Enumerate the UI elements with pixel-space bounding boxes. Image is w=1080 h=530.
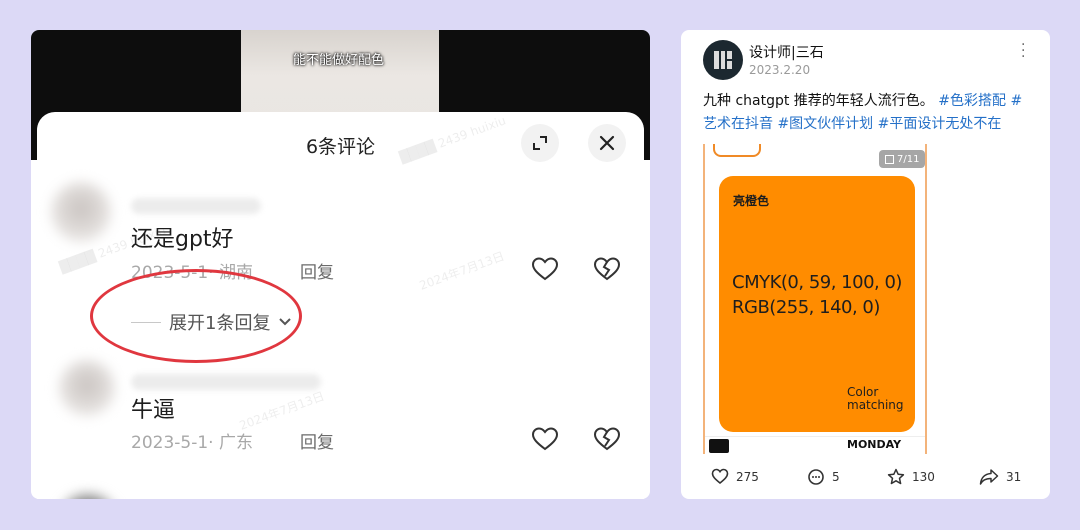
cmyk-value: CMYK(0, 59, 100, 0) xyxy=(732,272,902,293)
hashtag[interactable]: #平面设计无处不在 xyxy=(878,116,1002,132)
like-icon[interactable] xyxy=(531,256,559,282)
username[interactable] xyxy=(131,374,321,390)
like-count: 275 xyxy=(736,469,759,484)
action-bar: 275 5 130 31 xyxy=(681,468,1050,492)
post-text: 九种 chatgpt 推荐的年轻人流行色。 xyxy=(703,93,934,109)
reply-button[interactable]: 回复 xyxy=(300,258,334,283)
expand-icon xyxy=(533,136,547,150)
post-date: 2023.2.20 xyxy=(749,63,811,77)
avatar[interactable] xyxy=(59,360,115,416)
close-button[interactable] xyxy=(588,124,626,162)
avatar[interactable] xyxy=(61,494,115,499)
reply-button[interactable]: 回复 xyxy=(300,428,334,453)
hashtag[interactable]: #图文伙伴计划 xyxy=(777,116,873,132)
hashtag[interactable]: #色彩搭配 xyxy=(938,93,1006,109)
favorite-count: 130 xyxy=(912,470,935,484)
footer-day: MONDAY xyxy=(847,438,902,451)
gallery-icon xyxy=(885,154,894,164)
share-button[interactable]: 31 xyxy=(979,468,1021,486)
heart-icon xyxy=(711,468,729,485)
comment-button[interactable]: 5 xyxy=(807,468,840,486)
post-card: 设计师|三石 2023.2.20 · · · 九种 chatgpt 推荐的年轻人流行… xyxy=(681,30,1050,499)
watermark: 2024年7月13日 xyxy=(237,389,327,433)
favorite-button[interactable]: 130 xyxy=(887,468,935,486)
rgb-value: RGB(255, 140, 0) xyxy=(732,297,880,318)
author-logo-icon xyxy=(714,51,732,69)
comment-icon xyxy=(808,469,824,485)
author-name[interactable]: 设计师|三石 xyxy=(749,42,824,62)
comment-meta: 2023-5-1· 广东 xyxy=(131,433,253,453)
like-button[interactable]: 275 xyxy=(711,468,759,485)
expand-button[interactable] xyxy=(521,124,559,162)
username[interactable] xyxy=(131,198,261,214)
comments-screenshot: 能不能做好配色 ████ 2439 huixiu ████ 2439 huixi… xyxy=(31,30,650,499)
color-matching-caption: Color matching xyxy=(847,385,904,412)
color-name: 亮橙色 xyxy=(733,194,770,208)
author-avatar[interactable] xyxy=(703,40,743,80)
share-count: 31 xyxy=(1006,470,1022,484)
page-indicator-label: 7/11 xyxy=(897,153,920,165)
avatar[interactable] xyxy=(51,182,111,242)
page-indicator: 7/11 xyxy=(879,150,925,168)
comment-text: 牛逼 xyxy=(131,398,176,423)
dislike-icon[interactable] xyxy=(593,256,621,282)
image-footer: MONDAY xyxy=(705,436,925,454)
color-swatch-card: 亮橙色 CMYK(0, 59, 100, 0) RGB(255, 140, 0)… xyxy=(719,176,915,432)
comment-text: 还是gpt好 xyxy=(131,227,234,252)
image-header-chip xyxy=(713,144,761,157)
close-icon xyxy=(599,135,615,151)
post-description: 九种 chatgpt 推荐的年轻人流行色。 #色彩搭配 #艺术在抖音 #图文伙伴… xyxy=(703,90,1033,136)
footer-logo-icon xyxy=(709,439,729,453)
watermark: 2024年7月13日 xyxy=(417,249,507,293)
video-caption: 能不能做好配色 xyxy=(293,53,385,68)
highlight-ellipse xyxy=(90,269,302,363)
post-image[interactable]: 7/11 亮橙色 CMYK(0, 59, 100, 0) RGB(255, 14… xyxy=(703,144,927,454)
more-options-icon[interactable]: · · · xyxy=(1021,38,1025,64)
comments-sheet: ████ 2439 huixiu ████ 2439 huixiu 2024年7… xyxy=(37,112,644,499)
like-icon[interactable] xyxy=(531,426,559,452)
comment-count: 5 xyxy=(832,470,840,484)
star-icon xyxy=(887,468,905,485)
dislike-icon[interactable] xyxy=(593,426,621,452)
share-icon xyxy=(979,469,999,485)
